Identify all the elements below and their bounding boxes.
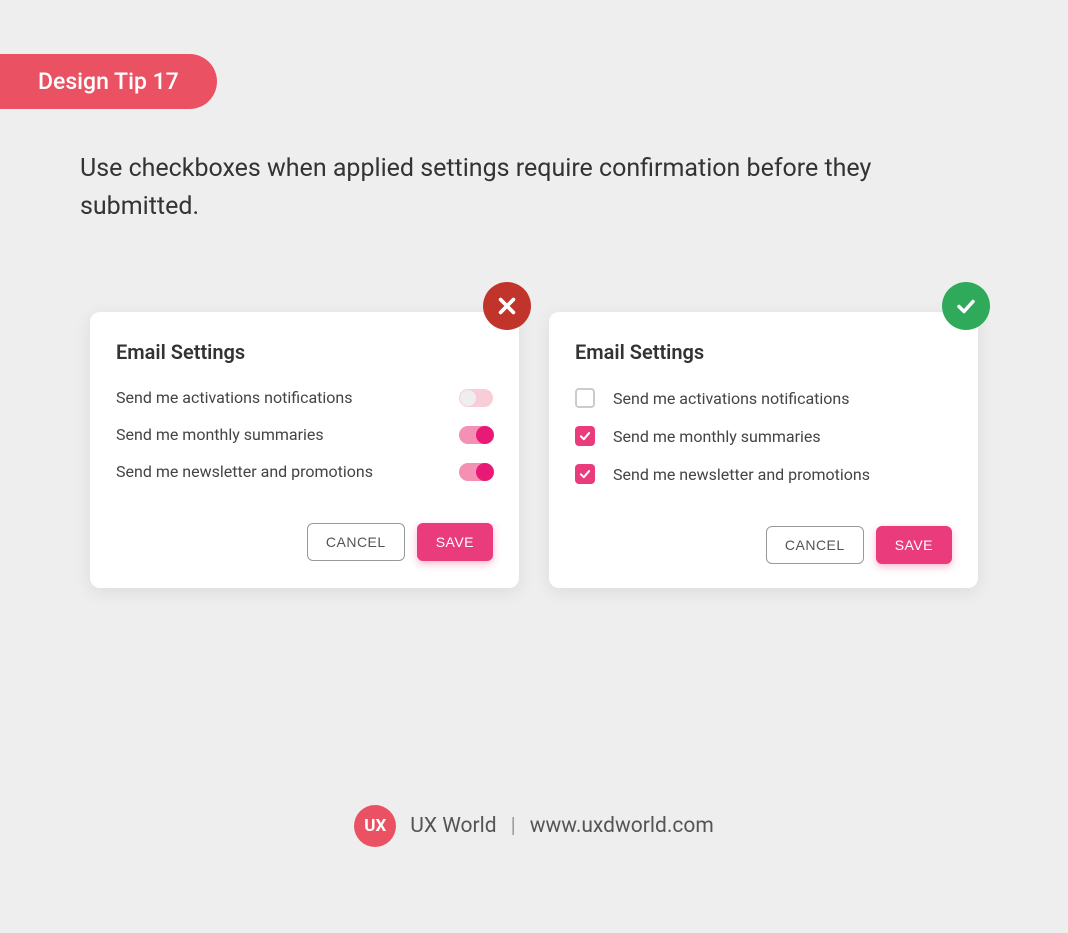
brand-url: www.uxdworld.com — [530, 814, 714, 838]
setting-label: Send me monthly summaries — [116, 425, 324, 444]
footer-separator: | — [511, 814, 516, 838]
cancel-button[interactable]: CANCEL — [766, 526, 864, 564]
toggle-switch[interactable] — [459, 463, 493, 481]
cancel-button[interactable]: CANCEL — [307, 523, 405, 561]
setting-row: Send me newsletter and promotions — [575, 464, 952, 484]
tip-description: Use checkboxes when applied settings req… — [80, 150, 988, 225]
checkbox[interactable] — [575, 388, 595, 408]
setting-label: Send me activations notifications — [116, 388, 353, 407]
setting-row: Send me monthly summaries — [116, 425, 493, 444]
tip-badge: Design Tip 17 — [0, 54, 217, 109]
brand-name: UX World — [410, 814, 496, 838]
button-row: CANCEL SAVE — [575, 526, 952, 564]
cross-icon — [483, 282, 531, 330]
setting-row: Send me activations notifications — [575, 388, 952, 408]
panel-title: Email Settings — [575, 340, 952, 364]
footer: UX UX World | www.uxdworld.com — [0, 805, 1068, 847]
panel-title: Email Settings — [116, 340, 493, 364]
save-button[interactable]: SAVE — [876, 526, 952, 564]
dont-panel: Email Settings Send me activations notif… — [90, 312, 519, 588]
setting-row: Send me newsletter and promotions — [116, 462, 493, 481]
brand-logo-icon: UX — [354, 805, 396, 847]
toggle-switch[interactable] — [459, 389, 493, 407]
toggle-switch[interactable] — [459, 426, 493, 444]
setting-label: Send me monthly summaries — [613, 427, 821, 446]
setting-row: Send me activations notifications — [116, 388, 493, 407]
setting-label: Send me activations notifications — [613, 389, 850, 408]
check-icon — [942, 282, 990, 330]
setting-label: Send me newsletter and promotions — [613, 465, 870, 484]
button-row: CANCEL SAVE — [116, 523, 493, 561]
checkbox[interactable] — [575, 464, 595, 484]
setting-label: Send me newsletter and promotions — [116, 462, 373, 481]
save-button[interactable]: SAVE — [417, 523, 493, 561]
do-panel: Email Settings Send me activations notif… — [549, 312, 978, 588]
checkbox[interactable] — [575, 426, 595, 446]
comparison-panels: Email Settings Send me activations notif… — [90, 312, 978, 588]
setting-row: Send me monthly summaries — [575, 426, 952, 446]
